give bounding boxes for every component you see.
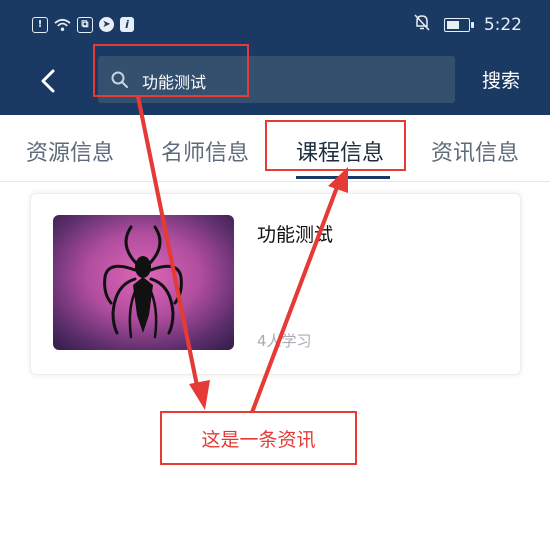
- course-thumbnail: [53, 215, 234, 350]
- mute-icon: [414, 14, 430, 36]
- battery-icon: [443, 18, 474, 32]
- course-title: 功能测试: [257, 224, 334, 246]
- sim-icon: !: [32, 16, 48, 33]
- wifi-icon: [54, 16, 71, 33]
- status-bar: ! ⧉ ➤ i 5:22: [0, 0, 550, 50]
- chevron-left-icon: [41, 69, 55, 93]
- tab-resources[interactable]: 资源信息: [26, 135, 114, 167]
- annotation-tab-highlight: [265, 120, 406, 171]
- status-icons-right: 5:22: [414, 14, 522, 36]
- results-list: 功能测试 4人学习: [0, 182, 550, 546]
- course-card[interactable]: 功能测试 4人学习: [30, 193, 521, 375]
- tab-news[interactable]: 资讯信息: [431, 135, 519, 167]
- learner-count: 4人学习: [257, 332, 312, 350]
- tab-teachers[interactable]: 名师信息: [161, 135, 249, 167]
- info-icon: i: [120, 17, 134, 32]
- status-time: 5:22: [483, 15, 522, 35]
- search-button[interactable]: 搜索: [482, 66, 520, 93]
- search-nav: 功能测试 搜索: [0, 50, 550, 115]
- annotation-callout: 这是一条资讯: [160, 411, 357, 465]
- annotation-search-highlight: [93, 44, 249, 97]
- app-icon: ⧉: [77, 16, 93, 33]
- status-icons-left: ! ⧉ ➤ i: [32, 16, 134, 33]
- telegram-icon: ➤: [99, 17, 114, 32]
- active-tab-indicator: [296, 176, 390, 179]
- back-button[interactable]: [34, 66, 64, 96]
- app-header: ! ⧉ ➤ i 5:22 功能测试 搜索: [0, 0, 550, 115]
